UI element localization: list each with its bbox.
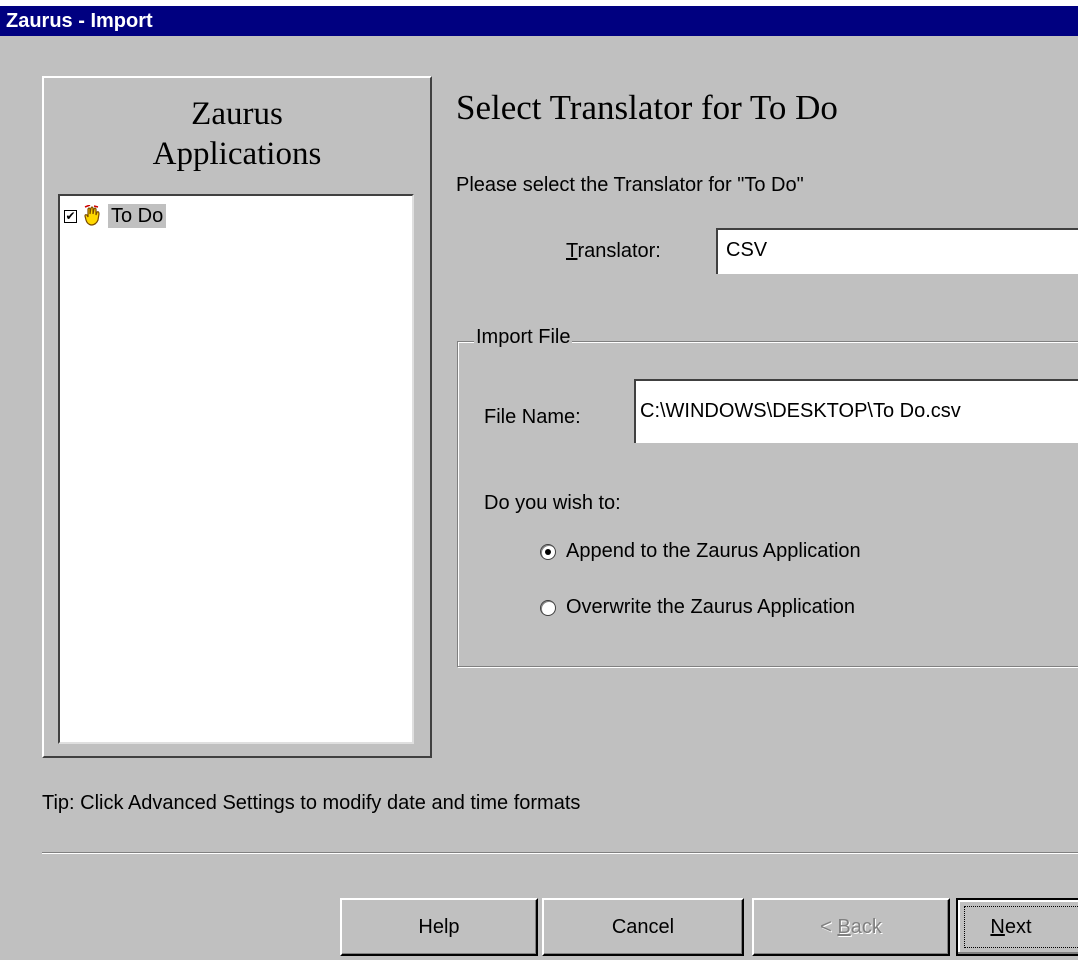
cancel-button[interactable]: Cancel: [542, 898, 744, 956]
translator-label-rest: ranslator:: [577, 240, 661, 262]
back-button-label: < Back: [820, 916, 882, 938]
translator-select[interactable]: CSV: [716, 228, 1078, 274]
list-item-to-do[interactable]: ✔ To Do: [64, 204, 167, 228]
overwrite-radio[interactable]: [540, 599, 556, 616]
applications-panel: Zaurus Applications ✔ To Do: [42, 76, 432, 758]
panel-title-line2: Applications: [152, 136, 322, 172]
next-button[interactable]: Next: [956, 898, 1078, 956]
help-button-label: Help: [418, 916, 460, 938]
file-name-input[interactable]: C:\WINDOWS\DESKTOP\To Do.csv: [634, 379, 1078, 443]
translator-value: CSV: [726, 239, 768, 261]
tip-text: Tip: Click Advanced Settings to modify d…: [42, 792, 581, 814]
translator-mnemonic: T: [566, 240, 578, 262]
file-name-label: File Name:: [484, 406, 581, 428]
back-prefix: <: [820, 916, 838, 938]
overwrite-option[interactable]: Overwrite the Zaurus Application: [540, 596, 855, 619]
cancel-button-label: Cancel: [611, 916, 675, 938]
back-mnemonic: B: [837, 916, 851, 938]
applications-panel-title: Zaurus Applications: [44, 94, 430, 174]
import-file-legend: Import File: [474, 326, 573, 349]
back-rest: ack: [850, 916, 882, 938]
back-button[interactable]: < Back: [752, 898, 950, 956]
help-button[interactable]: Help: [340, 898, 538, 956]
to-do-label: To Do: [108, 204, 167, 228]
append-option[interactable]: Append to the Zaurus Application: [540, 540, 861, 563]
applications-list[interactable]: ✔ To Do: [58, 194, 414, 744]
overwrite-label: Overwrite the Zaurus Application: [566, 596, 856, 618]
next-button-label: Next: [990, 916, 1061, 938]
import-question: Do you wish to:: [484, 492, 621, 514]
next-mnemonic: N: [990, 916, 1005, 938]
panel-title-line1: Zaurus: [191, 96, 283, 132]
separator-line: [42, 852, 1078, 854]
next-rest: ext: [1004, 916, 1032, 938]
append-radio[interactable]: [540, 543, 556, 560]
file-name-value: C:\WINDOWS\DESKTOP\To Do.csv: [640, 400, 961, 422]
translator-label: Translator:: [566, 240, 661, 263]
window-title: Zaurus - Import: [6, 10, 153, 32]
to-do-checkbox[interactable]: ✔: [64, 209, 77, 223]
append-label: Append to the Zaurus Application: [566, 540, 861, 562]
to-do-app-icon: [81, 204, 105, 228]
instruction-text: Please select the Translator for "To Do": [456, 174, 804, 196]
import-dialog: Zaurus - Import Zaurus Applications ✔ To…: [0, 6, 1078, 960]
page-heading: Select Translator for To Do: [456, 88, 838, 127]
title-bar: Zaurus - Import: [0, 6, 1078, 36]
